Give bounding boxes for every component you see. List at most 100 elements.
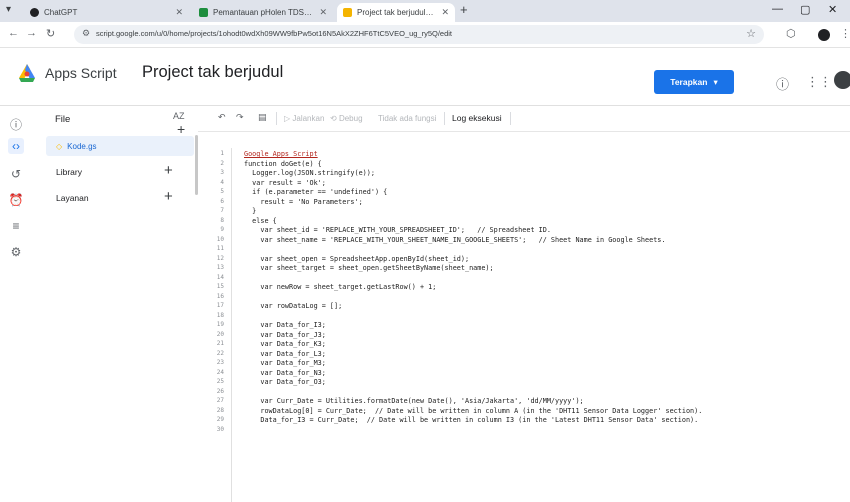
code-line[interactable]: 20 var Data_for_J3; [198, 330, 850, 340]
code-text: } [244, 207, 257, 215]
code-line[interactable]: 1 Google Apps Script [198, 149, 850, 159]
code-line[interactable]: 15 var newRow = sheet_target.getLastRow(… [198, 282, 850, 292]
left-nav-rail: ⓘ ‹› ↺ ⏰ ≡ ⚙ [0, 106, 38, 502]
code-line[interactable]: 2 function doGet(e) { [198, 159, 850, 169]
code-line[interactable]: 8 else { [198, 216, 850, 226]
project-title[interactable]: Project tak berjudul [142, 63, 283, 82]
line-number: 1 [220, 150, 224, 157]
redo-icon[interactable]: ↷ [236, 112, 244, 123]
execution-log-button[interactable]: Log eksekusi [452, 113, 502, 123]
code-text: else { [244, 216, 277, 225]
code-line[interactable]: 29 Data_for_I3 = Curr_Date; // Date will… [198, 415, 850, 425]
section-services[interactable]: Layanan + [46, 188, 196, 208]
product-name: Apps Script [45, 65, 117, 81]
code-line[interactable]: 9 var sheet_id = 'REPLACE_WITH_YOUR_SPRE… [198, 225, 850, 235]
line-number: 2 [220, 159, 224, 167]
add-service-plus-icon[interactable]: + [164, 188, 173, 206]
tab-search-chevron-icon[interactable]: ▾ [6, 4, 11, 15]
url-omnibox[interactable]: ⚙ script.google.com/u/0/home/projects/1o… [74, 25, 764, 44]
run-button[interactable]: ▷ Jalankan [284, 114, 324, 123]
add-file-plus-icon[interactable]: + [177, 121, 185, 137]
code-text: function doGet(e) { [244, 159, 322, 168]
code-line[interactable]: 28 rowDataLog[0] = Curr_Date; // Date wi… [198, 406, 850, 416]
sheets-favicon-icon [199, 8, 208, 17]
line-number: 17 [216, 302, 224, 309]
code-line[interactable]: 3 Logger.log(JSON.stringify(e)); [198, 168, 850, 178]
code-line[interactable]: 27 var Curr_Date = Utilities.formatDate(… [198, 396, 850, 406]
forward-arrow-icon[interactable]: → [26, 27, 37, 39]
bookmark-star-icon[interactable]: ☆ [746, 27, 756, 40]
triggers-alarm-icon[interactable]: ⏰ [8, 192, 24, 208]
line-number: 11 [216, 245, 224, 252]
code-text: result = 'No Parameters'; [244, 197, 363, 206]
save-icon[interactable]: ▤ [258, 112, 267, 123]
tab-google-sheets[interactable]: Pemantauan pHolen TDS - Goo ✕ [193, 3, 333, 22]
overview-info-icon[interactable]: ⓘ [8, 116, 24, 132]
code-line[interactable]: 10 var sheet_name = 'REPLACE_WITH_YOUR_S… [198, 235, 850, 245]
line-number: 16 [216, 292, 224, 300]
tab-close-icon[interactable]: ✕ [319, 7, 327, 18]
browser-profile-avatar[interactable] [818, 29, 830, 41]
line-number: 23 [216, 359, 224, 366]
undo-icon[interactable]: ↶ [218, 112, 226, 123]
code-line[interactable]: 26 [198, 387, 850, 397]
help-icon[interactable]: ⓘ [776, 74, 789, 93]
code-line[interactable]: 24 var Data_for_N3; [198, 368, 850, 378]
reload-icon[interactable]: ↻ [46, 27, 55, 40]
tab-close-icon[interactable]: ✕ [441, 7, 449, 18]
editor-code-icon[interactable]: ‹› [8, 138, 24, 154]
settings-gear-icon[interactable]: ⚙ [8, 244, 24, 260]
code-line[interactable]: 17 var rowDataLog = []; [198, 301, 850, 311]
tab-close-icon[interactable]: ✕ [175, 7, 183, 18]
code-line[interactable]: 25 var Data_for_O3; [198, 377, 850, 387]
line-number: 20 [216, 330, 224, 338]
code-text: var sheet_name = 'REPLACE_WITH_YOUR_SHEE… [244, 235, 666, 244]
code-text: var sheet_target = sheet_open.getSheetBy… [244, 264, 494, 272]
code-line[interactable]: 16 [198, 292, 850, 302]
code-line[interactable]: 18 [198, 311, 850, 321]
section-library[interactable]: Library + [46, 162, 196, 182]
site-settings-icon[interactable]: ⚙ [82, 28, 90, 39]
code-text: var Data_for_O3; [244, 378, 326, 386]
code-line[interactable]: 7 } [198, 206, 850, 216]
deploy-button-label: Terapkan [670, 77, 708, 87]
line-number: 3 [220, 169, 224, 176]
back-arrow-icon[interactable]: ← [8, 27, 19, 39]
code-line[interactable]: 14 [198, 273, 850, 283]
code-text: if (e.parameter == 'undefined') { [244, 188, 388, 196]
tab-chatgpt[interactable]: ChatGPT ✕ [24, 3, 189, 22]
code-line[interactable]: 22 var Data_for_L3; [198, 349, 850, 359]
line-number: 8 [220, 216, 224, 224]
code-line[interactable]: 6 result = 'No Parameters'; [198, 197, 850, 207]
code-line[interactable]: 30 [198, 425, 850, 435]
code-line[interactable]: 23 var Data_for_M3; [198, 358, 850, 368]
line-number: 12 [216, 254, 224, 262]
code-line[interactable]: 4 var result = 'Ok'; [198, 178, 850, 188]
code-line[interactable]: 19 var Data_for_I3; [198, 320, 850, 330]
code-line[interactable]: 13 var sheet_target = sheet_open.getShee… [198, 263, 850, 273]
code-line[interactable]: 12 var sheet_open = SpreadsheetApp.openB… [198, 254, 850, 264]
add-library-plus-icon[interactable]: + [164, 162, 173, 180]
tab-apps-script[interactable]: Project tak berjudul - Editor Pr ✕ [337, 3, 455, 22]
code-editor[interactable]: 1 Google Apps Script 2 function doGet(e) {3… [198, 132, 850, 502]
apps-grid-icon[interactable]: ⋮⋮ [806, 74, 832, 90]
debug-button[interactable]: ⟲ Debug [330, 114, 363, 123]
user-avatar[interactable] [834, 71, 850, 89]
sort-az-icon[interactable]: AZ [173, 111, 185, 121]
code-line[interactable]: 11 [198, 244, 850, 254]
deploy-button[interactable]: Terapkan ▾ [654, 70, 734, 94]
line-number: 21 [216, 340, 224, 347]
code-line[interactable]: 21 var Data_for_K3; [198, 339, 850, 349]
browser-menu-icon[interactable]: ⋮ [840, 27, 850, 40]
minimize-icon[interactable]: — [772, 3, 783, 15]
close-window-icon[interactable]: ✕ [828, 3, 837, 16]
extensions-icon[interactable]: ⬡ [786, 27, 796, 40]
executions-list-icon[interactable]: ≡ [8, 218, 24, 234]
code-text: var Data_for_L3; [244, 349, 326, 358]
file-item-kode-gs[interactable]: ◇ Kode.gs [46, 136, 194, 156]
restore-icon[interactable]: ▢ [800, 3, 810, 16]
triggers-history-icon[interactable]: ↺ [8, 166, 24, 182]
function-select[interactable]: Tidak ada fungsi [378, 114, 436, 123]
new-tab-plus-icon[interactable]: + [460, 2, 468, 17]
code-line[interactable]: 5 if (e.parameter == 'undefined') { [198, 187, 850, 197]
